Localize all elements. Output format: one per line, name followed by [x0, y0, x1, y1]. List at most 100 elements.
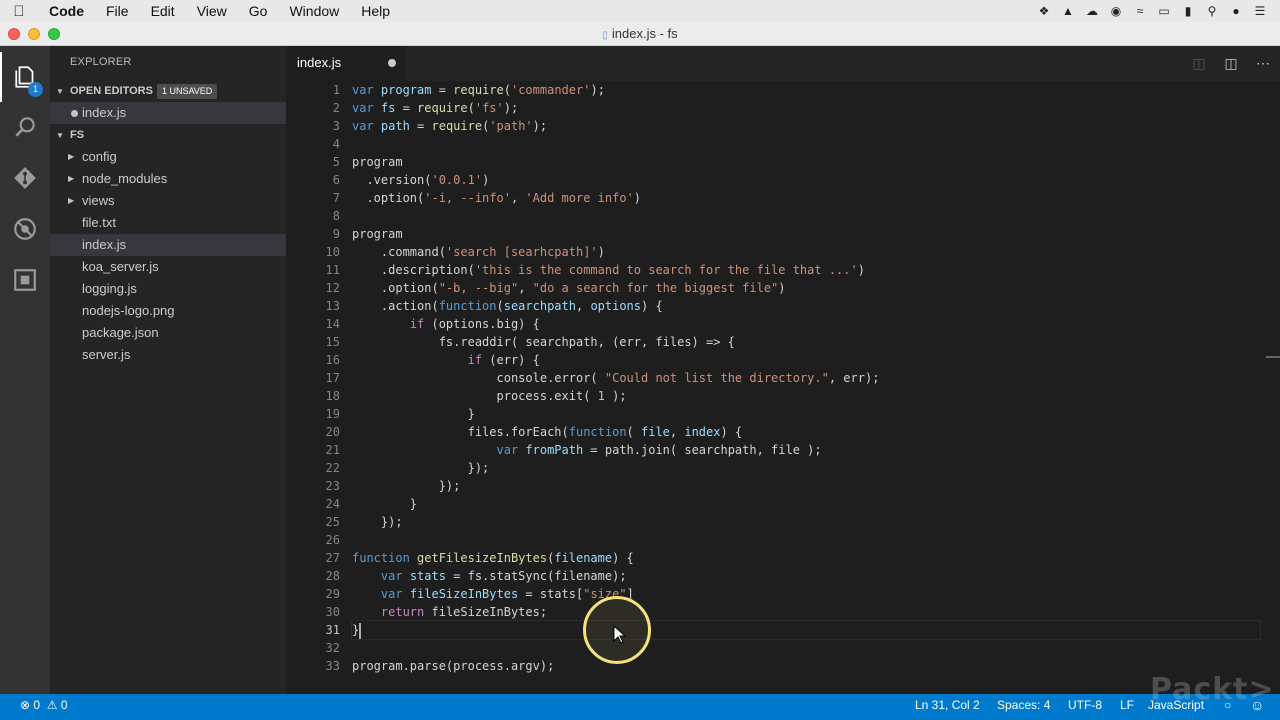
code-line[interactable]	[352, 531, 1260, 549]
more-actions-icon[interactable]: ⋯	[1253, 53, 1273, 73]
indentation-setting[interactable]: Spaces: 4	[997, 694, 1050, 716]
code-line[interactable]: .option('-i, --info', 'Add more info')	[352, 189, 1260, 207]
code-line[interactable]: .description('this is the command to sea…	[352, 261, 1260, 279]
problems-indicator[interactable]: ⊗ 0 ⚠ 0	[20, 694, 68, 716]
code-line[interactable]: fs.readdir( searchpath, (err, files) => …	[352, 333, 1260, 351]
menu-view[interactable]: View	[186, 0, 238, 22]
alert-icon[interactable]: ▲	[1060, 4, 1076, 18]
wifi-icon[interactable]: ≈	[1132, 4, 1148, 18]
tree-item-label: index.js	[82, 237, 127, 252]
tree-folder-node-modules[interactable]: ▶ node_modules	[50, 168, 286, 190]
code-line[interactable]: if (err) {	[352, 351, 1260, 369]
source-control-activity-button[interactable]	[0, 153, 50, 203]
code-line[interactable]: .version('0.0.1')	[352, 171, 1260, 189]
tree-file-index-js[interactable]: index.js	[50, 234, 286, 256]
explorer-activity-button[interactable]: 1	[0, 52, 50, 102]
creative-cloud-icon[interactable]: ☁	[1084, 4, 1100, 18]
code-token: (err) {	[482, 353, 540, 367]
record-icon[interactable]: ◉	[1108, 4, 1124, 18]
line-number: 21	[325, 443, 340, 457]
code-line[interactable]: });	[352, 513, 1260, 531]
folder-section-header[interactable]: ▼ FS	[50, 124, 286, 146]
chevron-right-icon: ▶	[68, 152, 75, 161]
tree-file-file-txt[interactable]: file.txt	[50, 212, 286, 234]
code-token: (	[503, 83, 511, 97]
tree-folder-views[interactable]: ▶ views	[50, 190, 286, 212]
encoding-setting[interactable]: UTF-8	[1068, 694, 1102, 716]
code-line[interactable]: var fs = require('fs');	[352, 99, 1260, 117]
code-line[interactable]	[352, 207, 1260, 225]
spotlight-icon[interactable]: ⚲	[1204, 4, 1220, 18]
line-number: 24	[325, 497, 340, 511]
code-token: .description(	[352, 263, 475, 277]
extensions-activity-button[interactable]	[0, 255, 50, 305]
battery-icon[interactable]: ▮	[1180, 4, 1196, 18]
code-token: ) {	[720, 425, 743, 439]
code-token: 'path'	[489, 119, 533, 133]
code-lines[interactable]: var program = require('commander'); var f…	[351, 81, 1261, 675]
code-line[interactable]	[352, 639, 1260, 657]
code-line[interactable]: .action(function(searchpath, options) {	[352, 297, 1260, 315]
tree-file-server-js[interactable]: server.js	[50, 344, 286, 366]
code-line[interactable]: var program = require('commander');	[352, 81, 1260, 99]
unsaved-dot-icon[interactable]	[388, 59, 396, 67]
vscode-window:  Code File Edit View Go Window Help ❖ ▲…	[0, 0, 1280, 720]
code-line[interactable]: program.parse(process.argv);	[352, 657, 1260, 675]
tree-file-koa-server-js[interactable]: koa_server.js	[50, 256, 286, 278]
open-preview-icon[interactable]: ◫	[1189, 53, 1209, 73]
code-line[interactable]: var fileSizeInBytes = stats["size"]	[352, 585, 1260, 603]
code-line[interactable]: program	[352, 225, 1260, 243]
code-line[interactable]: }	[352, 405, 1260, 423]
apple-icon[interactable]: 	[0, 3, 38, 20]
code-line[interactable]: var fromPath = path.join( searchpath, fi…	[352, 441, 1260, 459]
tree-item-label: node_modules	[82, 171, 168, 186]
tab-index-js[interactable]: index.js	[286, 46, 406, 81]
code-editor[interactable]: 1 2 3 4 5 6 7 8 9 10 11 12 13 14 15 16 17 18 19 20 21 22 23 24 2…	[286, 81, 1280, 694]
cursor-position[interactable]: Ln 31, Col 2	[915, 694, 980, 716]
line-number: 28	[325, 569, 340, 583]
tree-file-logging-js[interactable]: logging.js	[50, 278, 286, 300]
menu-go[interactable]: Go	[238, 0, 279, 22]
tree-item-label: logging.js	[82, 281, 137, 296]
menu-edit[interactable]: Edit	[140, 0, 186, 22]
code-line[interactable]: }	[352, 495, 1260, 513]
code-token: options	[590, 299, 642, 313]
airplay-icon[interactable]: ▭	[1156, 4, 1172, 18]
dropbox-icon[interactable]: ❖	[1036, 4, 1052, 18]
split-editor-icon[interactable]: ◫	[1221, 53, 1241, 73]
open-editor-item[interactable]: index.js	[50, 102, 286, 124]
code-line[interactable]: });	[352, 477, 1260, 495]
code-token: ,	[669, 425, 685, 439]
search-activity-button[interactable]	[0, 102, 50, 152]
open-editors-section-header[interactable]: ▼ OPEN EDITORS 1 UNSAVED	[50, 80, 286, 102]
scrollbar-thumb[interactable]	[1266, 356, 1280, 358]
code-line[interactable]: var stats = fs.statSync(filename);	[352, 567, 1260, 585]
tree-file-nodejs-logo-png[interactable]: nodejs-logo.png	[50, 300, 286, 322]
code-token: )	[597, 245, 605, 259]
code-line[interactable]: .option("-b, --big", "do a search for th…	[352, 279, 1260, 297]
menu-window[interactable]: Window	[278, 0, 350, 22]
search-icon	[15, 117, 35, 137]
code-line[interactable]: return fileSizeInBytes;	[352, 603, 1260, 621]
menu-app-code[interactable]: Code	[38, 0, 95, 22]
code-token: require	[431, 119, 483, 133]
debug-activity-button[interactable]	[0, 204, 50, 254]
code-line[interactable]: if (options.big) {	[352, 315, 1260, 333]
menu-help[interactable]: Help	[350, 0, 401, 22]
list-icon[interactable]: ☰	[1252, 4, 1268, 18]
code-line[interactable]: files.forEach(function( file, index) {	[352, 423, 1260, 441]
code-line[interactable]	[352, 135, 1260, 153]
code-line[interactable]: .command('search [searhcpath]')	[352, 243, 1260, 261]
line-ending-setting[interactable]: LF	[1120, 694, 1134, 716]
menu-file[interactable]: File	[95, 0, 140, 22]
code-line[interactable]: });	[352, 459, 1260, 477]
code-line[interactable]: program	[352, 153, 1260, 171]
code-line[interactable]: console.error( "Could not list the direc…	[352, 369, 1260, 387]
code-line[interactable]: var path = require('path');	[352, 117, 1260, 135]
tree-file-package-json[interactable]: package.json	[50, 322, 286, 344]
tree-folder-config[interactable]: ▶ config	[50, 146, 286, 168]
code-line[interactable]: }	[351, 620, 1261, 640]
code-line[interactable]: function getFilesizeInBytes(filename) {	[352, 549, 1260, 567]
code-line[interactable]: process.exit( 1 );	[352, 387, 1260, 405]
user-icon[interactable]: ●	[1228, 4, 1244, 18]
